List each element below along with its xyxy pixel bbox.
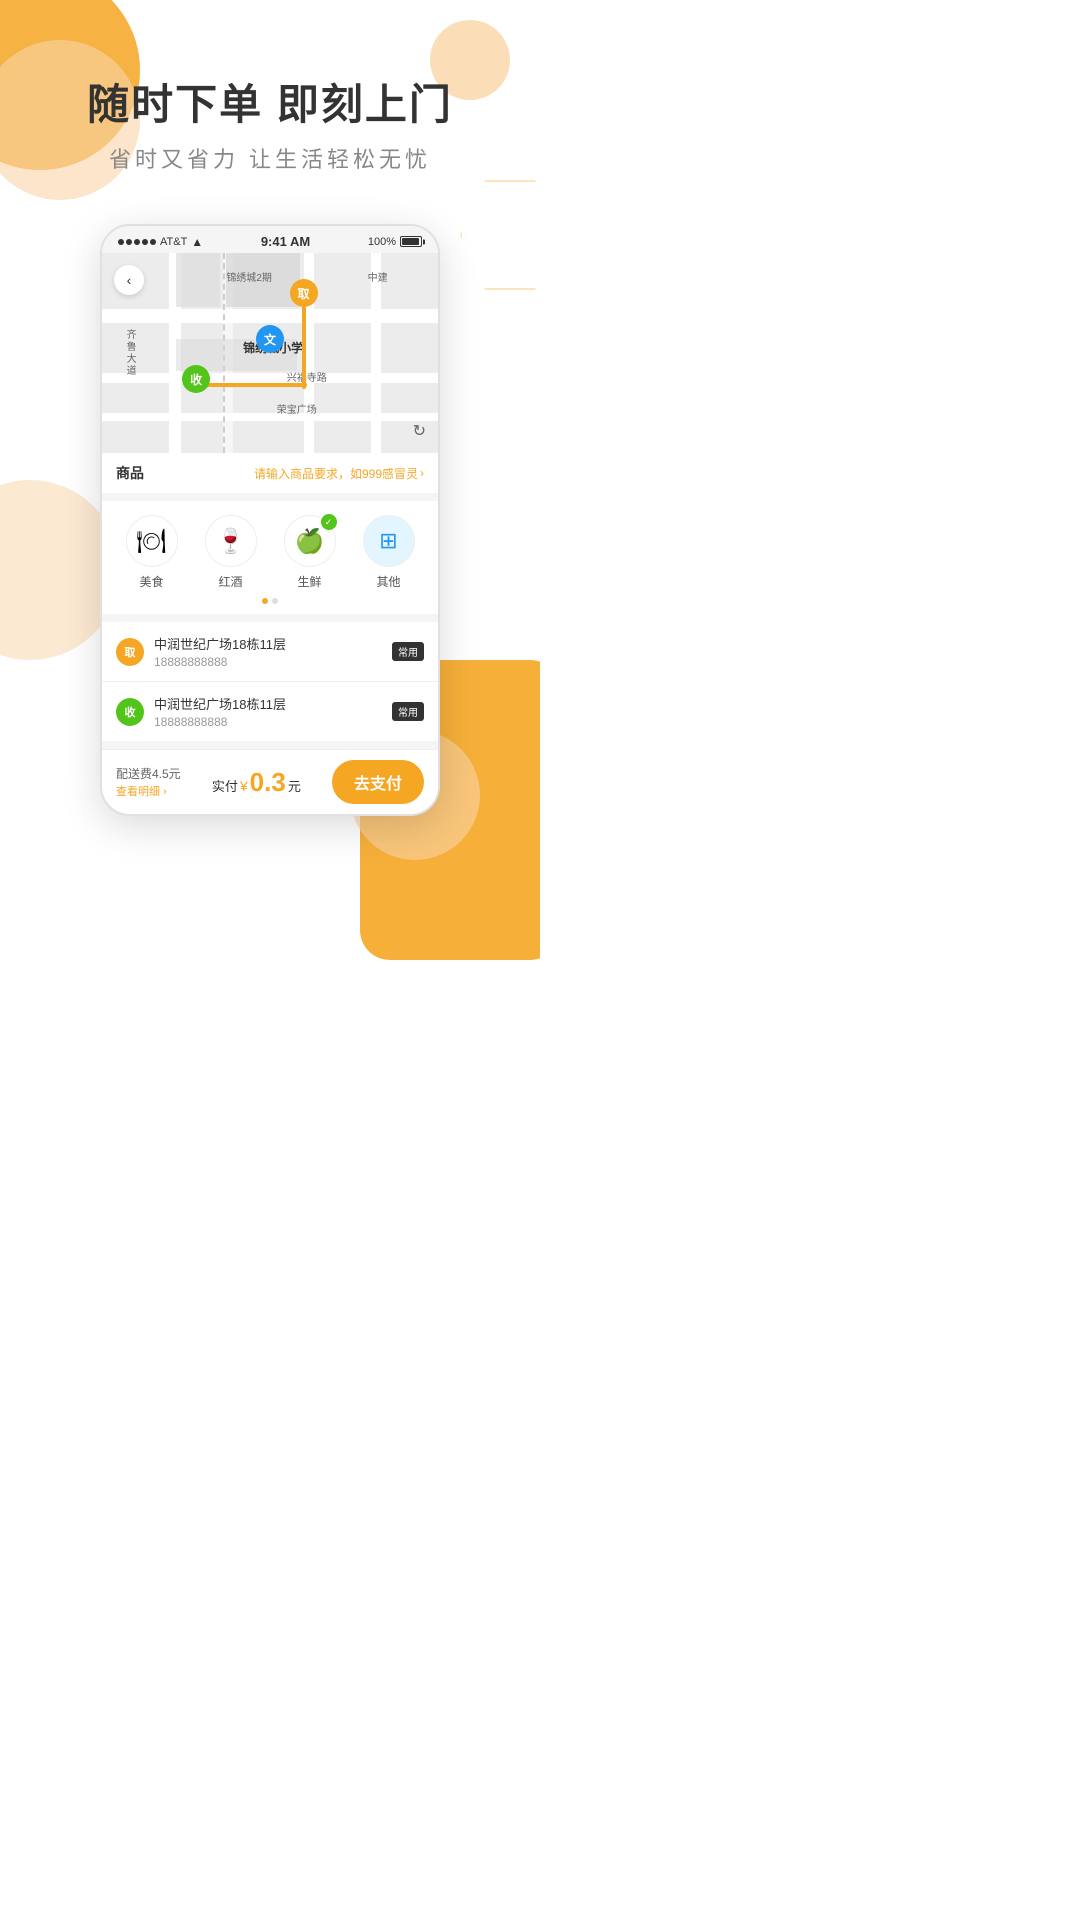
food-label: 美食 — [139, 573, 163, 590]
take-name: 中润世纪广场18栋11层 — [154, 634, 382, 653]
delivery-info: 配送费4.5元 查看明细 › — [116, 765, 181, 799]
status-bar: AT&T ▲ 9:41 AM 100% — [102, 226, 438, 253]
delivery-detail[interactable]: 查看明细 › — [116, 783, 181, 799]
pay-button[interactable]: 去支付 — [332, 760, 424, 804]
deliver-phone: 18888888888 — [154, 715, 382, 729]
phone-mockup: AT&T ▲ 9:41 AM 100% — [100, 224, 440, 816]
map-area: 锦绣城2期 中建 齐鲁大道 锦绣城小学 兴福寺路 荣宝广场 取 文 收 ‹ — [102, 253, 438, 453]
address-deliver[interactable]: 收 中润世纪广场18栋11层 18888888888 常用 — [102, 682, 438, 741]
map-label-jinxiu2: 锦绣城2期 — [226, 269, 272, 284]
price-unit: 元 — [288, 776, 301, 795]
goods-section: 商品 请输入商品要求，如999感冒灵 › — [102, 453, 438, 501]
hint-arrow: › — [420, 466, 424, 480]
take-info: 中润世纪广场18栋11层 18888888888 — [154, 634, 382, 669]
status-left: AT&T ▲ — [118, 235, 203, 249]
hero-section: 随时下单 即刻上门 省时又省力 让生活轻松无忧 — [0, 0, 540, 204]
category-list: 🍽 美食 🍷 红酒 🍏 ✓ — [112, 515, 428, 590]
price-section: 实付 ¥ 0.3 元 — [212, 767, 301, 798]
hero-subtitle: 省时又省力 让生活轻松无忧 — [40, 142, 500, 174]
other-icon: ⊞ — [379, 528, 397, 554]
fresh-icon: 🍏 — [295, 527, 325, 556]
pin-deliver: 收 — [182, 365, 210, 393]
address-take[interactable]: 取 中润世纪广场18栋11层 18888888888 常用 — [102, 622, 438, 682]
category-food[interactable]: 🍽 美食 — [126, 515, 178, 590]
fresh-label: 生鲜 — [297, 573, 321, 590]
category-fresh[interactable]: 🍏 ✓ 生鲜 — [284, 515, 336, 590]
pin-take: 取 — [290, 279, 318, 307]
deliver-info: 中润世纪广场18栋11层 18888888888 — [154, 694, 382, 729]
wine-icon: 🍷 — [216, 527, 246, 556]
food-icon: 🍽 — [136, 527, 166, 556]
refresh-button[interactable]: ↻ — [413, 421, 426, 441]
map-label-qilu: 齐鲁大道 — [122, 329, 137, 377]
map-label-zhongjian: 中建 — [368, 269, 388, 284]
take-phone: 18888888888 — [154, 655, 382, 669]
other-label: 其他 — [376, 573, 400, 590]
battery-icon — [400, 236, 422, 247]
time-display: 9:41 AM — [261, 234, 310, 249]
battery-percent: 100% — [368, 236, 396, 248]
dot-1 — [262, 598, 268, 604]
take-tag: 常用 — [392, 642, 424, 661]
carrier-label: AT&T — [160, 236, 187, 248]
deliver-name: 中润世纪广场18栋11层 — [154, 694, 382, 713]
wifi-icon: ▲ — [191, 235, 203, 249]
fresh-check: ✓ — [321, 514, 337, 530]
signal-dots — [118, 239, 156, 245]
map-label-xingfu: 兴福寺路 — [287, 369, 327, 384]
back-button[interactable]: ‹ — [114, 265, 144, 295]
pin-school: 文 — [256, 325, 284, 353]
price-currency: ¥ — [240, 778, 248, 794]
category-section: 🍽 美食 🍷 红酒 🍏 ✓ — [102, 501, 438, 622]
deliver-pin: 收 — [116, 698, 144, 726]
dot-2 — [272, 598, 278, 604]
delivery-fee: 配送费4.5元 — [116, 765, 181, 782]
category-other[interactable]: ⊞ 其他 — [363, 515, 415, 590]
address-section: 取 中润世纪广场18栋11层 18888888888 常用 收 中润世纪广场18… — [102, 622, 438, 749]
bottom-bar: 配送费4.5元 查看明细 › 实付 ¥ 0.3 元 去支付 — [102, 749, 438, 814]
category-wine[interactable]: 🍷 红酒 — [205, 515, 257, 590]
price-label: 实付 — [212, 776, 238, 795]
map-label-rongbao: 荣宝广场 — [277, 401, 317, 416]
hero-title: 随时下单 即刻上门 — [40, 80, 500, 130]
wine-label: 红酒 — [218, 573, 242, 590]
phone-container: AT&T ▲ 9:41 AM 100% — [0, 204, 540, 816]
goods-label: 商品 — [116, 463, 144, 483]
category-dots — [112, 598, 428, 604]
deliver-tag: 常用 — [392, 702, 424, 721]
take-pin: 取 — [116, 638, 144, 666]
price-value: 0.3 — [250, 767, 286, 798]
status-right: 100% — [368, 236, 422, 248]
goods-hint[interactable]: 请输入商品要求，如999感冒灵 › — [254, 465, 424, 482]
